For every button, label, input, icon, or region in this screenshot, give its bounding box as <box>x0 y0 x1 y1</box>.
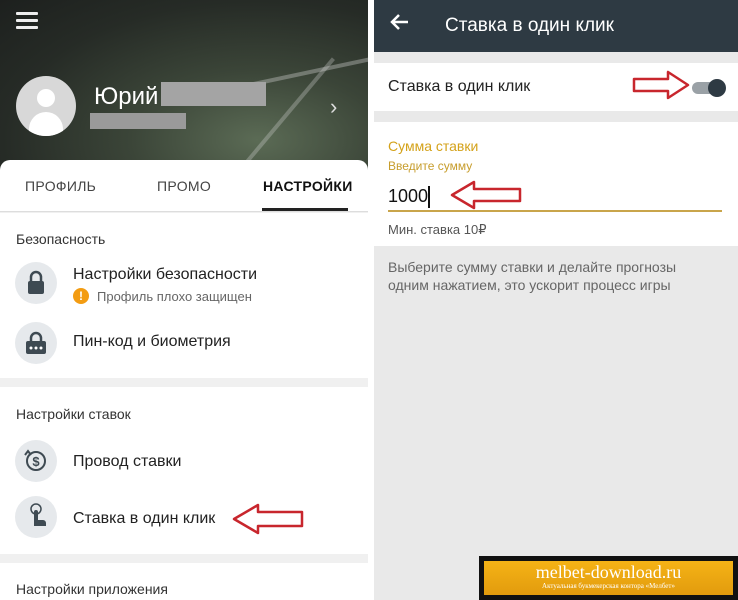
tab-settings[interactable]: НАСТРОЙКИ <box>263 178 353 194</box>
bet-amount-title: Сумма ставки <box>388 138 479 154</box>
tab-promo[interactable]: ПРОМО <box>157 178 211 194</box>
dollar-refresh-icon: $ <box>15 440 57 482</box>
settings-screen: Юрий › ПРОФИЛЬ ПРОМО НАСТРОЙКИ Безопасно… <box>0 0 368 600</box>
svg-text:$: $ <box>32 454 40 469</box>
watermark-site: melbet-download.ru <box>535 562 682 582</box>
pin-biometry-item[interactable]: Пин-код и биометрия <box>73 333 231 351</box>
bet-settings-section: Настройки ставок $ Провод ставки Ставка … <box>0 387 368 554</box>
lock-icon <box>15 262 57 304</box>
one-click-bet-item[interactable]: Ставка в один клик <box>73 510 215 528</box>
section-title-bet-settings: Настройки ставок <box>16 406 131 422</box>
one-click-toggle[interactable] <box>692 79 728 97</box>
app-bar: Ставка в один клик <box>374 0 738 52</box>
watermark-logo: melbet-download.ru Актуальная букмекерск… <box>479 556 738 600</box>
toggle-label: Ставка в один клик <box>388 78 531 95</box>
annotation-arrow <box>450 180 522 210</box>
back-arrow-icon[interactable] <box>388 10 412 41</box>
bet-processing-item[interactable]: Провод ставки <box>73 453 181 471</box>
tab-profile[interactable]: ПРОФИЛЬ <box>25 178 96 194</box>
security-section: Безопасность Настройки безопасности ! Пр… <box>0 213 368 378</box>
annotation-arrow <box>232 503 304 535</box>
user-first-name: Юрий <box>94 83 159 110</box>
profile-tabs: ПРОФИЛЬ ПРОМО НАСТРОЙКИ <box>0 160 368 212</box>
min-bet-label: Мин. ставка 10₽ <box>388 222 487 237</box>
security-status-text: Профиль плохо защищен <box>97 289 252 304</box>
security-settings-item[interactable]: Настройки безопасности <box>73 266 257 284</box>
redacted-account-id <box>90 113 186 129</box>
warning-icon: ! <box>73 288 89 304</box>
chevron-right-icon[interactable]: › <box>330 94 337 120</box>
section-title-app-settings: Настройки приложения <box>16 581 168 597</box>
annotation-arrow <box>632 70 690 100</box>
one-click-bet-screen: Ставка в один клик Ставка в один клик Су… <box>374 0 738 600</box>
watermark-tagline: Актуальная букмекерская контора «Мелбет» <box>542 582 675 590</box>
bet-amount-input[interactable] <box>388 182 722 212</box>
hamburger-menu-icon[interactable] <box>16 12 38 30</box>
bet-amount-card: Сумма ставки Введите сумму Мин. ставка 1… <box>374 122 738 246</box>
active-tab-indicator <box>262 208 348 211</box>
bet-amount-hint: Введите сумму <box>388 159 473 173</box>
profile-header: Юрий › <box>0 0 368 175</box>
one-click-description: Выберите сумму ставки и делайте прогнозы… <box>388 259 677 293</box>
section-title-security: Безопасность <box>16 231 106 247</box>
redacted-surname <box>161 82 266 106</box>
avatar[interactable] <box>16 76 76 136</box>
pin-lock-icon <box>15 322 57 364</box>
text-cursor <box>428 186 430 208</box>
app-settings-section: Настройки приложения <box>0 563 368 600</box>
tap-finger-icon <box>15 496 57 538</box>
page-title: Ставка в один клик <box>445 15 614 36</box>
